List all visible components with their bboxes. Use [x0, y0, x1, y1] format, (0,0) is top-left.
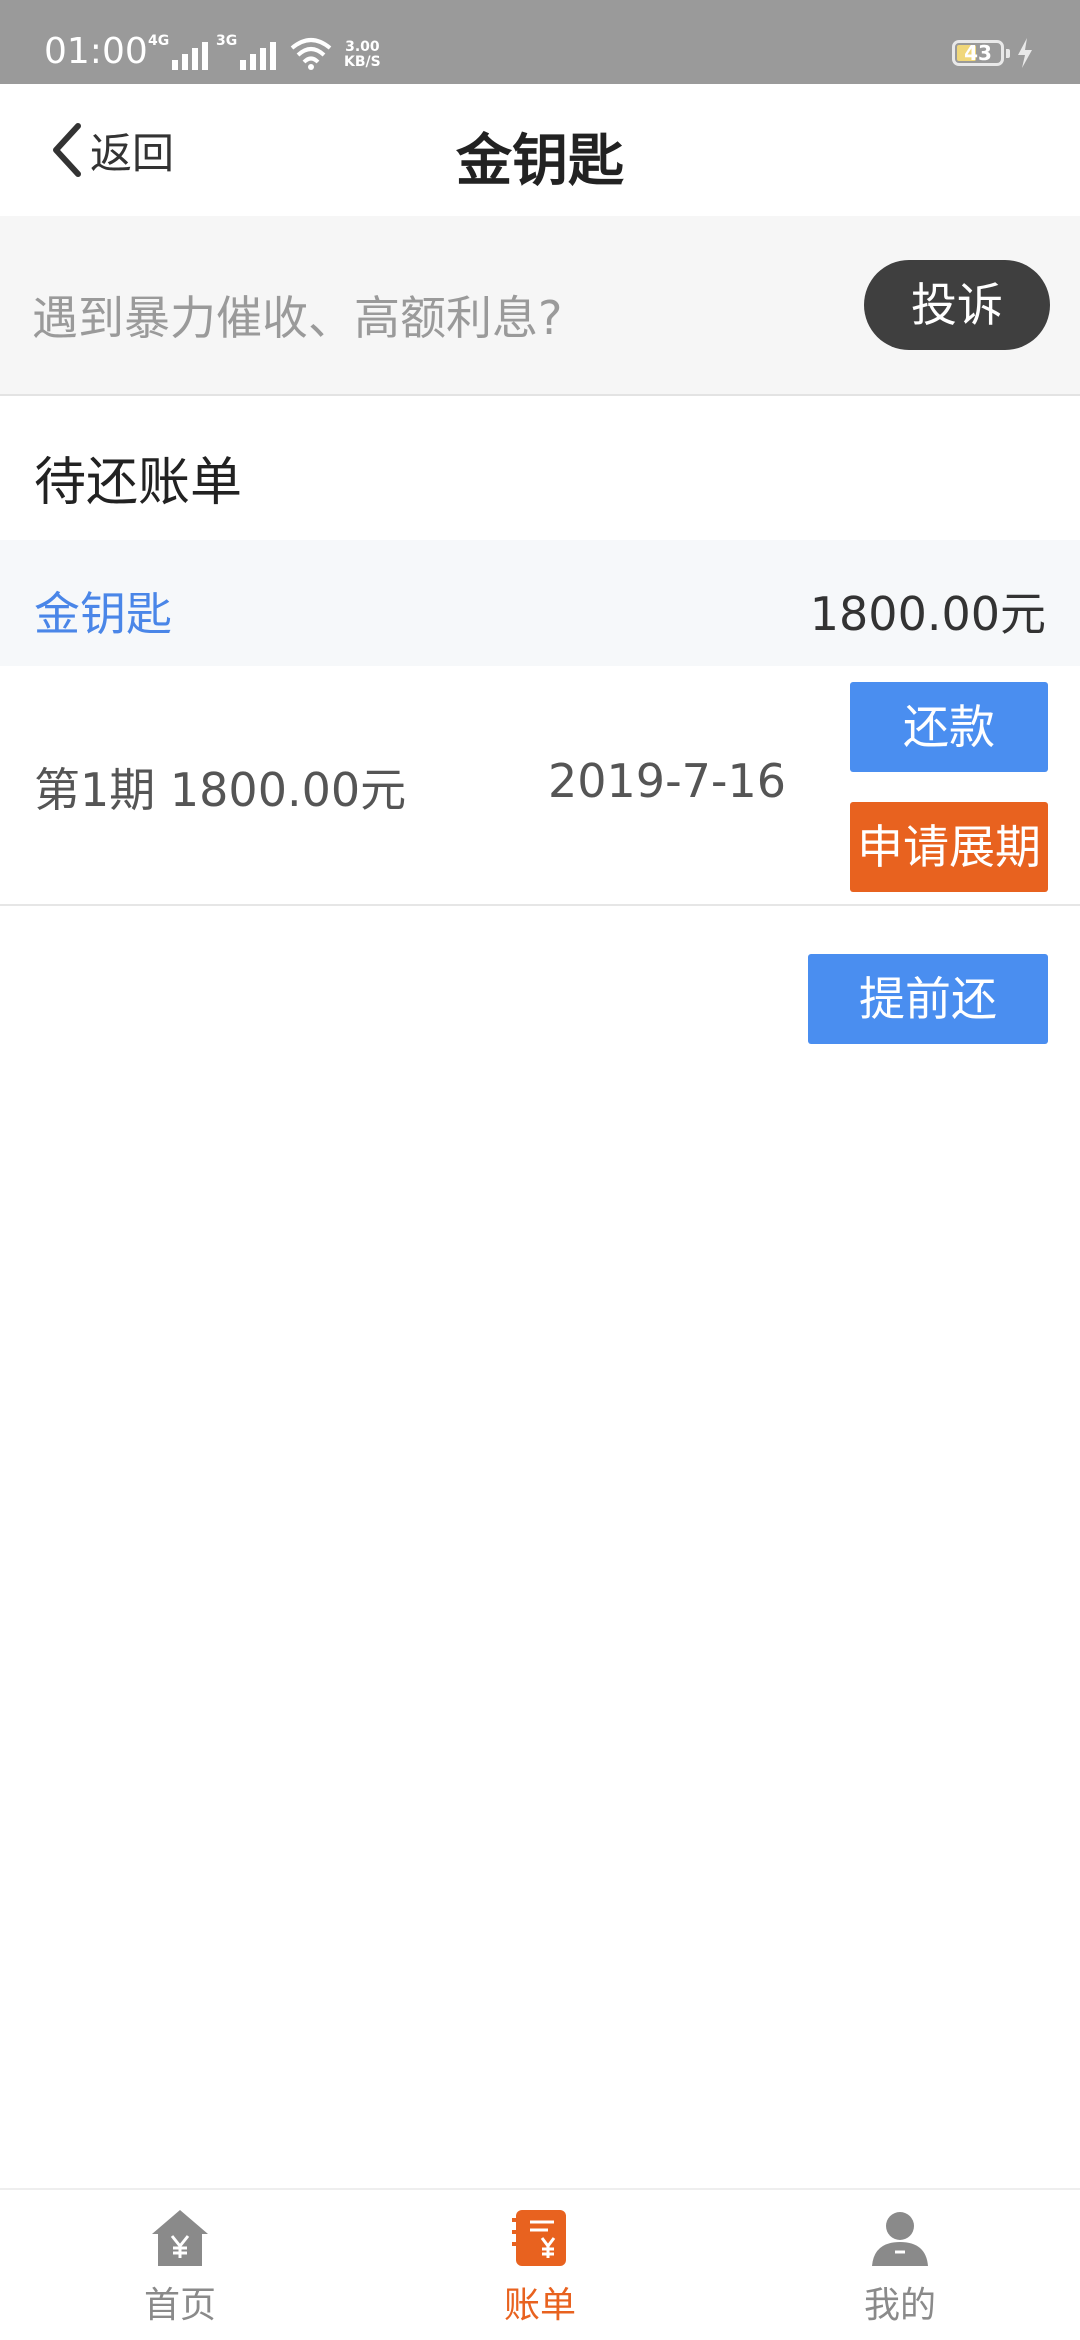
installment-due-date: 2019-7-16 — [548, 754, 787, 808]
tab-home-label: 首页 — [143, 2285, 216, 2326]
battery-level: 43 — [964, 41, 992, 65]
repay-button[interactable]: 还款 — [850, 682, 1048, 772]
network-indicators: 4G 3G 3.00 KB/S — [148, 30, 381, 70]
early-repay-button[interactable]: 提前还 — [808, 954, 1048, 1044]
complaint-banner: 遇到暴力催收、高额利息? 投诉 — [0, 216, 1080, 396]
status-bar: 01:00 4G 3G 3.00 KB/S 43 — [0, 0, 1080, 84]
tab-bills[interactable]: 账单 — [360, 2190, 720, 2340]
bottom-tab-bar: 首页 账单 我的 — [0, 2188, 1080, 2340]
installment-row: 第1期 1800.00元 2019-7-16 还款 申请展期 — [0, 666, 1080, 906]
status-time: 01:00 — [44, 31, 148, 72]
bill-yen-icon — [512, 2210, 566, 2266]
battery-icon: 43 — [952, 40, 1010, 66]
signal-4g-icon: 4G — [148, 30, 208, 70]
loan-header: 金钥匙 1800.00元 — [0, 540, 1080, 666]
wifi-icon — [290, 38, 332, 70]
home-yen-icon — [152, 2210, 208, 2266]
tab-mine-label: 我的 — [863, 2285, 936, 2326]
user-icon — [872, 2212, 928, 2266]
loan-name: 金钥匙 — [34, 587, 172, 641]
nav-header: 返回 金钥匙 — [0, 84, 1080, 216]
page-title: 金钥匙 — [456, 129, 624, 194]
extend-button[interactable]: 申请展期 — [850, 802, 1048, 892]
speed-value: 3.00 — [345, 39, 380, 55]
network-1-label: 4G — [148, 33, 170, 49]
section-title: 待还账单 — [34, 453, 243, 513]
network-2-label: 3G — [216, 33, 238, 49]
speed-unit: KB/S — [344, 54, 381, 70]
tab-mine[interactable]: 我的 — [720, 2190, 1080, 2340]
charging-icon — [1018, 38, 1032, 68]
loan-total: 1800.00元 — [809, 587, 1046, 641]
installment-label: 第1期 1800.00元 — [34, 763, 407, 817]
tab-home[interactable]: 首页 — [0, 2190, 360, 2340]
complaint-button[interactable]: 投诉 — [864, 260, 1050, 350]
signal-3g-icon: 3G — [216, 30, 276, 70]
tab-bills-label: 账单 — [503, 2285, 576, 2326]
network-speed: 3.00 KB/S — [344, 40, 381, 70]
complaint-prompt: 遇到暴力催收、高额利息? — [32, 291, 563, 345]
